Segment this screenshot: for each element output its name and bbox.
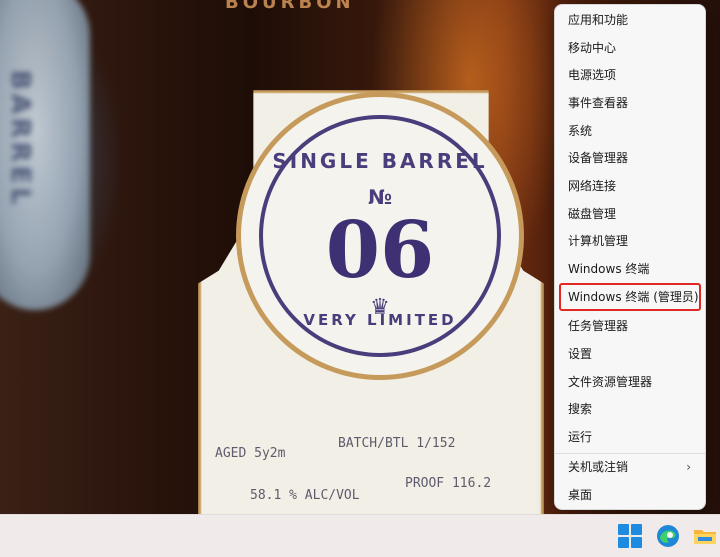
winx-context-menu: 应用和功能 移动中心 电源选项 事件查看器 系统 设备管理器 网络连接 磁盘管理…	[554, 4, 706, 510]
menu-item-windows-terminal[interactable]: Windows 终端	[561, 257, 699, 281]
menu-item-disk-management[interactable]: 磁盘管理	[561, 202, 699, 226]
menu-item-mobility-center[interactable]: 移动中心	[561, 36, 699, 60]
menu-item-file-explorer[interactable]: 文件资源管理器	[561, 370, 699, 394]
menu-item-computer-management[interactable]: 计算机管理	[561, 229, 699, 253]
seal-top-text: SINGLE BARREL	[272, 149, 488, 173]
chevron-right-icon: ›	[686, 460, 691, 474]
menu-item-run[interactable]: 运行	[561, 425, 699, 449]
menu-item-search[interactable]: 搜索	[561, 397, 699, 421]
stamp-batch: BATCH/BTL 1/152	[338, 436, 456, 451]
menu-item-event-viewer[interactable]: 事件查看器	[561, 91, 699, 115]
menu-item-desktop[interactable]: 桌面	[561, 483, 699, 507]
windows-start-icon[interactable]	[617, 523, 643, 549]
left-bottle-label: BARREL	[0, 0, 90, 310]
menu-item-shutdown-label: 关机或注销	[568, 460, 629, 474]
stamp-proof: PROOF 116.2	[405, 476, 492, 491]
menu-item-task-manager[interactable]: 任务管理器	[561, 314, 699, 338]
menu-item-system[interactable]: 系统	[561, 119, 699, 143]
seal-number: 06	[325, 205, 435, 296]
left-label-text: BARREL	[5, 70, 35, 209]
menu-item-power-options[interactable]: 电源选项	[561, 63, 699, 87]
single-barrel-seal: SINGLE BARREL № 06 ♛ VERY LIMITED	[236, 92, 524, 380]
menu-item-windows-terminal-admin[interactable]: Windows 终端 (管理员)	[559, 283, 701, 311]
seal-bottom-text: VERY LIMITED	[303, 311, 457, 329]
menu-item-device-manager[interactable]: 设备管理器	[561, 146, 699, 170]
menu-item-apps-features[interactable]: 应用和功能	[561, 8, 699, 32]
taskbar	[0, 514, 720, 557]
stamp-abv: 58.1 % ALC/VOL	[250, 488, 360, 503]
menu-item-network-connections[interactable]: 网络连接	[561, 174, 699, 198]
menu-item-settings[interactable]: 设置	[561, 342, 699, 366]
menu-separator	[555, 453, 705, 454]
menu-item-shutdown-signout[interactable]: 关机或注销 ›	[561, 455, 699, 479]
stamp-aged: AGED 5y2m	[215, 446, 286, 461]
file-explorer-icon[interactable]	[692, 523, 718, 549]
bottle-top-text: BOURBON	[225, 0, 355, 13]
edge-browser-icon[interactable]	[655, 523, 681, 549]
